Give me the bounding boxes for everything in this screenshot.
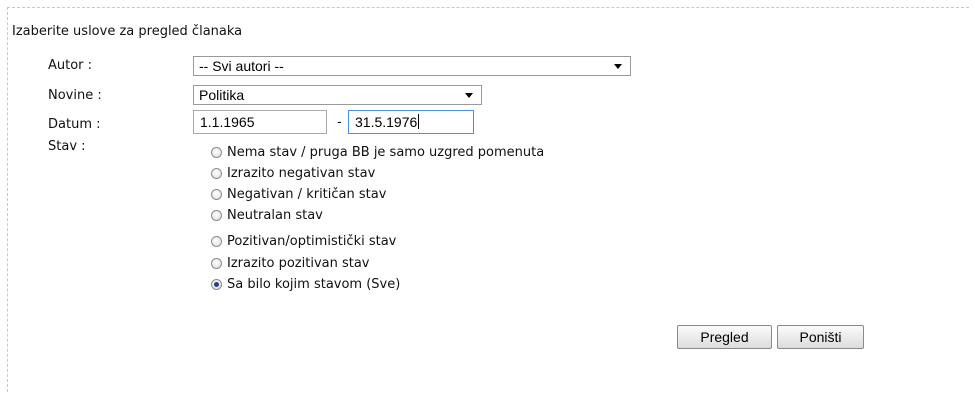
form-heading: Izaberite uslove za pregled članaka: [12, 24, 243, 39]
stav-option-6[interactable]: Sa bilo kojim stavom (Sve): [211, 276, 400, 292]
novine-select[interactable]: Politika: [193, 85, 482, 105]
stav-option-label: Nema stav / pruga BB je samo uzgred pome…: [227, 144, 545, 160]
datum-to-value: 31.5.1976: [355, 114, 418, 130]
datum-from-input[interactable]: 1.1.1965: [193, 110, 327, 134]
novine-select-value: Politika: [199, 87, 245, 103]
stav-option-2[interactable]: Negativan / kritičan stav: [211, 186, 386, 202]
radio-unchecked-icon[interactable]: [211, 235, 222, 247]
stav-option-label: Izrazito negativan stav: [227, 165, 376, 181]
ponisti-button[interactable]: Poništi: [777, 325, 864, 349]
datum-from-value: 1.1.1965: [200, 114, 255, 130]
radio-unchecked-icon[interactable]: [211, 188, 222, 200]
stav-option-label: Sa bilo kojim stavom (Sve): [227, 276, 401, 292]
stav-option-5[interactable]: Izrazito pozitivan stav: [211, 255, 370, 271]
stav-option-label: Neutralan stav: [227, 207, 323, 223]
autor-select-value: -- Svi autori --: [199, 58, 284, 74]
radio-unchecked-icon[interactable]: [211, 257, 222, 269]
datum-to-input[interactable]: 31.5.1976: [348, 110, 474, 134]
stav-option-3[interactable]: Neutralan stav: [211, 207, 323, 223]
stav-option-label: Negativan / kritičan stav: [227, 186, 387, 202]
stav-option-label: Pozitivan/optimistički stav: [227, 233, 397, 249]
pregled-button[interactable]: Pregled: [677, 325, 772, 349]
stav-option-4[interactable]: Pozitivan/optimistički stav: [211, 233, 396, 249]
autor-label: Autor :: [48, 58, 93, 73]
radio-unchecked-icon[interactable]: [211, 146, 222, 158]
autor-select[interactable]: -- Svi autori --: [193, 56, 631, 76]
date-range-separator: -: [337, 113, 342, 129]
text-cursor: [418, 114, 420, 129]
novine-label: Novine :: [48, 88, 102, 103]
radio-checked-icon[interactable]: [211, 278, 222, 290]
datum-label: Datum :: [48, 117, 101, 132]
stav-option-0[interactable]: Nema stav / pruga BB je samo uzgred pome…: [211, 144, 544, 160]
radio-unchecked-icon[interactable]: [211, 209, 222, 221]
chevron-down-icon: [465, 93, 473, 98]
stav-option-1[interactable]: Izrazito negativan stav: [211, 165, 375, 181]
radio-unchecked-icon[interactable]: [211, 167, 222, 179]
stav-label: Stav :: [48, 139, 86, 154]
stav-option-label: Izrazito pozitivan stav: [227, 255, 370, 271]
chevron-down-icon: [614, 64, 622, 69]
